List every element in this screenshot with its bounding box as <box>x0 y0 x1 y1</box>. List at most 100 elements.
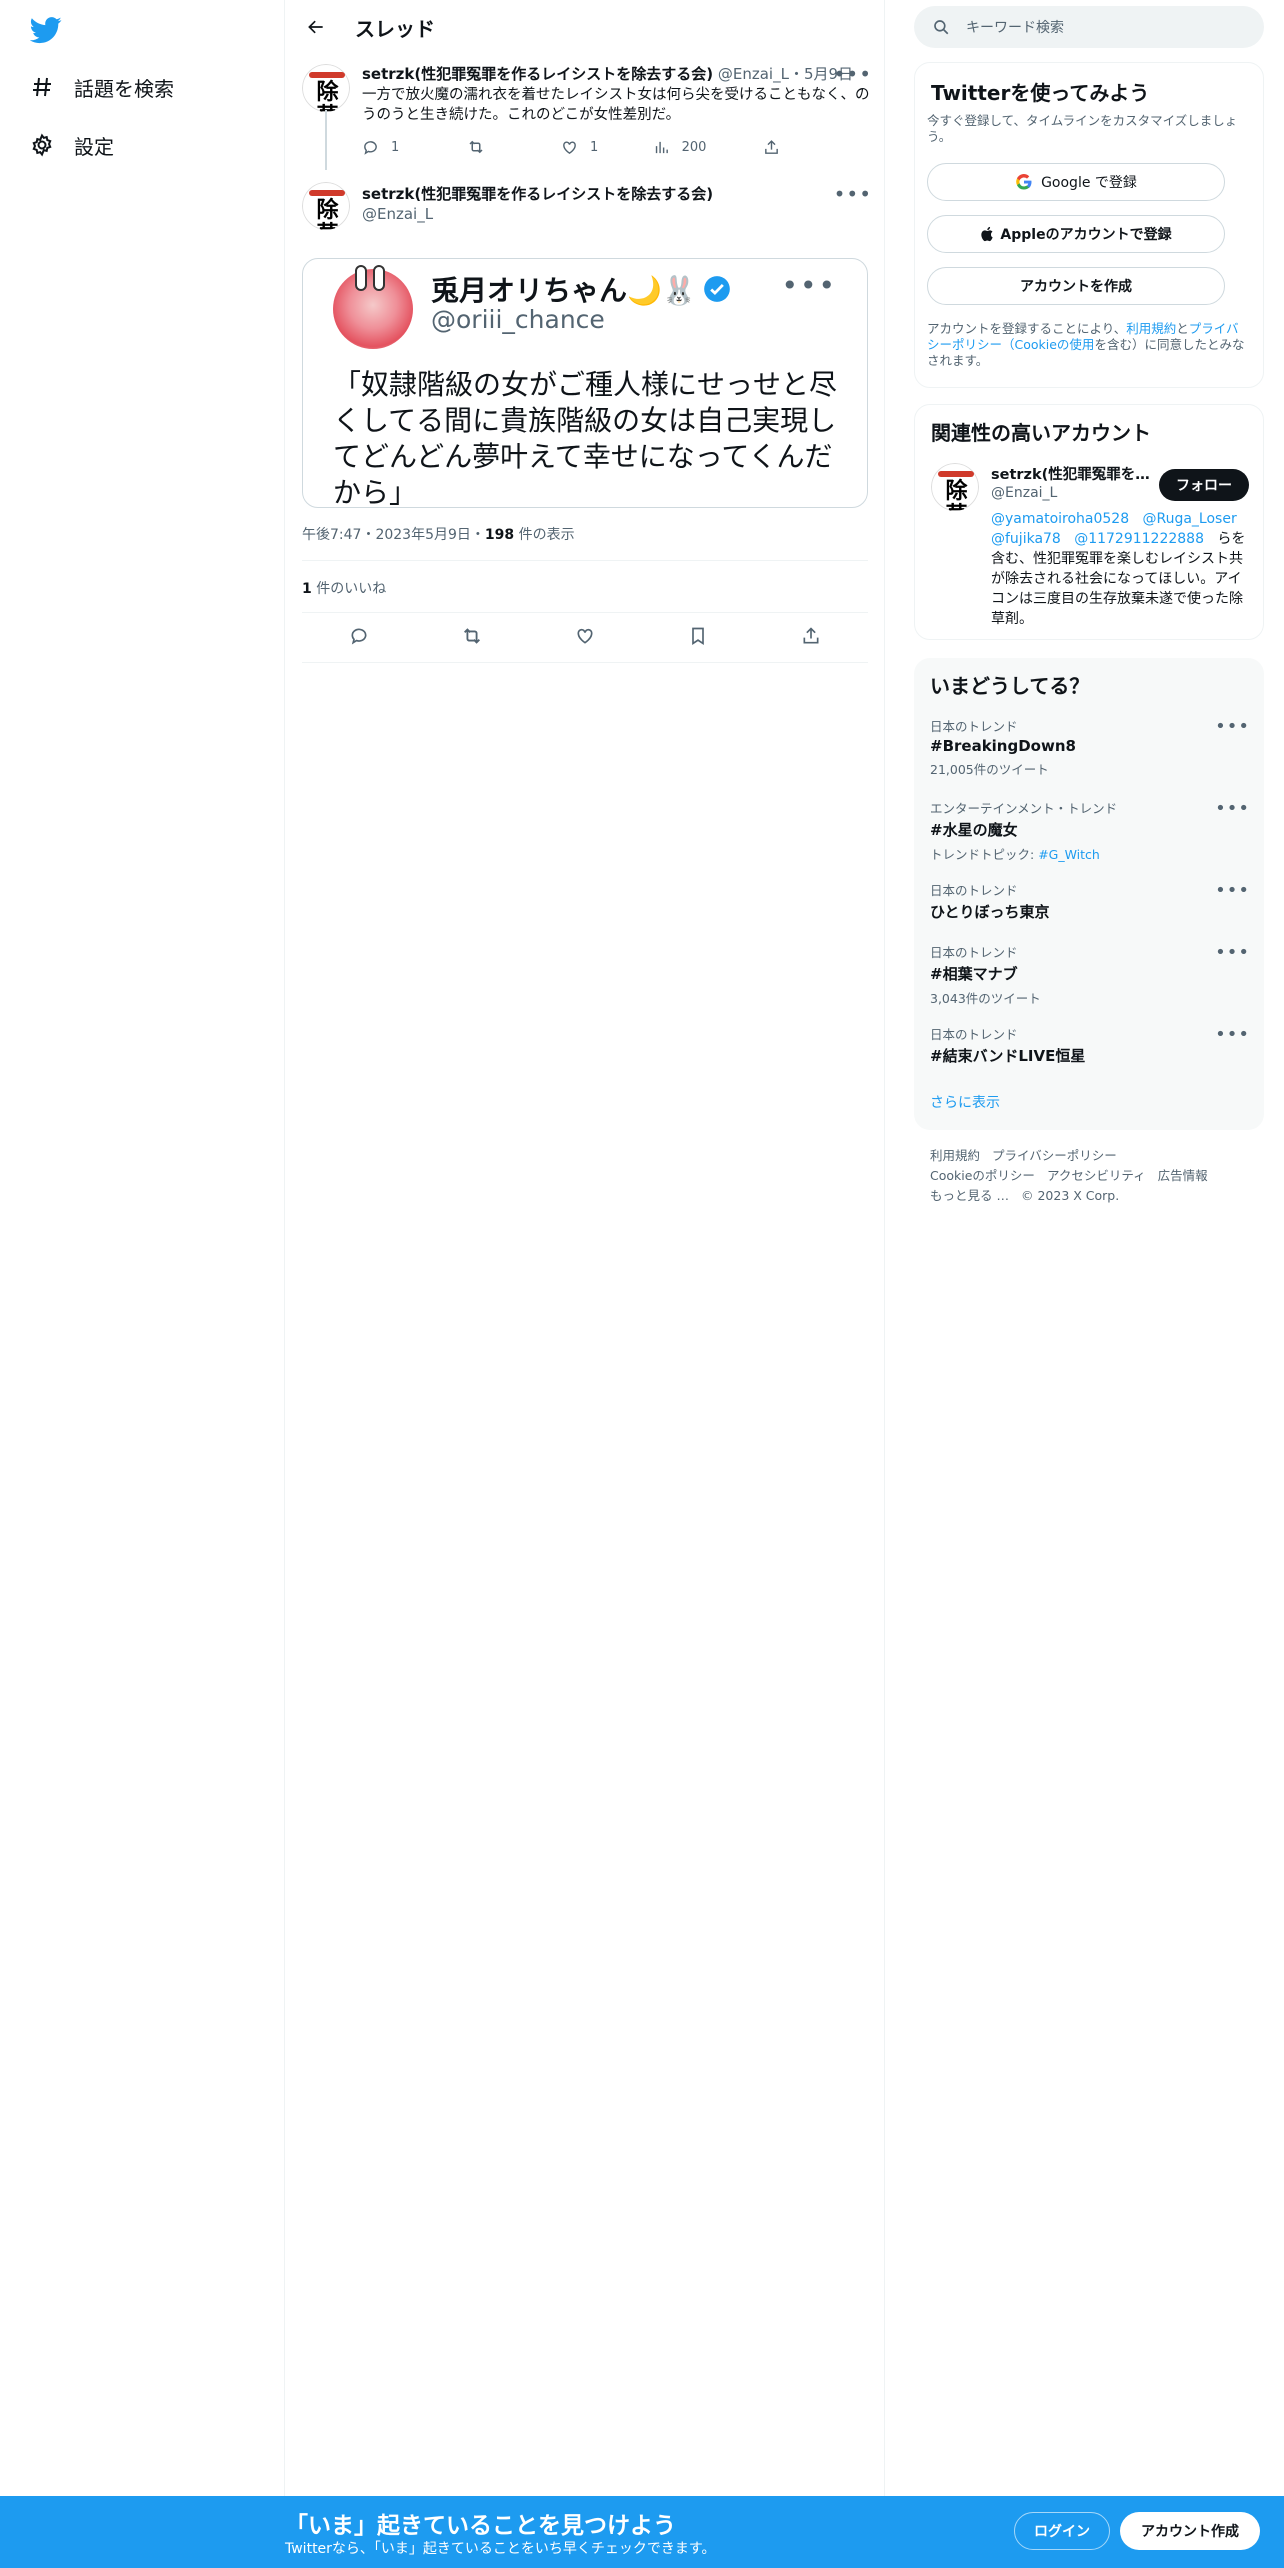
copyright: © 2023 X Corp. <box>1020 1188 1120 1203</box>
trend-category: エンターテインメント・トレンド <box>930 801 1118 816</box>
show-more-link[interactable]: さらに表示 <box>930 1092 1000 1112</box>
follow-button[interactable]: フォロー <box>1159 469 1249 501</box>
author-handle[interactable]: @Enzai_L <box>362 204 872 224</box>
google-signup-button[interactable]: Google で登録 <box>927 163 1225 201</box>
create-account-button[interactable]: アカウントを作成 <box>927 267 1225 305</box>
bio-mention[interactable]: @1172911222888 <box>1074 531 1204 547</box>
share-icon[interactable] <box>797 622 825 650</box>
nav-label-settings: 設定 <box>74 134 114 159</box>
signup-button[interactable]: アカウント作成 <box>1120 2512 1260 2550</box>
twitter-bird-icon[interactable] <box>29 14 62 46</box>
nav-item-explore[interactable]: 話題を検索 <box>28 67 174 107</box>
more-icon[interactable]: ••• <box>834 62 872 86</box>
trend-item[interactable]: 日本のトレンド ひとりぼっち東京 ••• <box>930 880 1250 922</box>
trend-item[interactable]: 日本のトレンド #BreakingDown8 21,005件のツイート ••• <box>930 716 1250 778</box>
terms-and: と <box>1176 321 1189 336</box>
tweet-text: 一方で放火魔の濡れ衣を着せたレイシスト女は何ら尖を受けることもなく、のうのうと生… <box>362 87 870 123</box>
more-link[interactable]: もっと見る … <box>930 1188 1009 1203</box>
login-button[interactable]: ログイン <box>1014 2512 1110 2550</box>
tweet-full-date[interactable]: 2023年5月9日 <box>375 527 470 543</box>
view-count: 200 <box>681 139 707 155</box>
trend-category: 日本のトレンド <box>930 1027 1018 1042</box>
terms-prefix: アカウントを登録することにより、 <box>927 321 1127 336</box>
more-icon[interactable]: ••• <box>834 182 872 206</box>
bio-mention[interactable]: @Ruga_Loser <box>1142 511 1236 527</box>
avatar[interactable]: 除草 <box>302 182 350 230</box>
retweet-icon[interactable] <box>458 622 486 650</box>
like-count: 1 <box>590 139 599 155</box>
terms-link[interactable]: 利用規約 <box>1126 321 1176 336</box>
page-title: スレッド <box>355 16 435 41</box>
nav-item-settings[interactable]: 設定 <box>28 125 114 165</box>
verified-badge-icon <box>703 276 730 302</box>
bio-mention[interactable]: @yamatoiroha0528 <box>991 511 1129 527</box>
retweet-button[interactable] <box>467 138 561 156</box>
back-arrow-icon[interactable] <box>301 12 331 42</box>
footer-links: 利用規約 プライバシーポリシー Cookieのポリシー アクセシビリティ 広告情報 も… <box>930 1146 1220 1206</box>
image-text: 「奴隷階級の女がご種人様にせっせと尽くしてる間に貴族階級の女は自己実現してどんど… <box>333 368 838 508</box>
trend-category: 日本のトレンド <box>930 719 1018 734</box>
trend-name: #結束バンドLIVE恒星 <box>930 1047 1086 1065</box>
trend-item[interactable]: 日本のトレンド #結束バンドLIVE恒星 ••• <box>930 1024 1250 1066</box>
more-icon[interactable]: ••• <box>1215 716 1250 737</box>
footer-link[interactable]: 広告情報 <box>1158 1168 1208 1183</box>
analytics-icon <box>655 141 668 153</box>
related-bio: @yamatoiroha0528 @Ruga_Loser @fujika78 @… <box>991 509 1251 629</box>
trend-item[interactable]: エンターテインメント・トレンド #水星の魔女 トレンドトピック: #G_Witc… <box>930 798 1250 863</box>
author-handle[interactable]: @Enzai_L <box>718 65 789 83</box>
bio-mention[interactable]: @fujika78 <box>991 531 1061 547</box>
tweet-meta: 午後7:47・2023年5月9日・198 件の表示 <box>302 527 575 543</box>
related-accounts-panel: 関連性の高いアカウント 除草 setrzk(性犯罪冤罪を… @Enzai_L フ… <box>914 404 1264 640</box>
likes-summary[interactable]: 1 件のいいね <box>302 578 386 598</box>
tweet-actions: 1 1 200 <box>362 138 792 156</box>
image-author-handle: @oriii_chance <box>431 305 605 334</box>
trend-name: #相葉マナブ <box>930 965 1018 983</box>
divider <box>302 662 868 663</box>
separator: ・ <box>788 65 804 83</box>
banner-title: 「いま」起きていることを見つけよう <box>285 2513 676 2539</box>
search-input[interactable]: キーワード検索 <box>914 6 1264 48</box>
gear-icon <box>28 131 56 159</box>
footer-link[interactable]: アクセシビリティ <box>1047 1168 1146 1183</box>
related-title: 関連性の高いアカウント <box>931 421 1151 445</box>
divider <box>302 560 868 561</box>
image-more-icon: ••• <box>781 269 837 302</box>
signup-banner: 「いま」起きていることを見つけよう Twitterなら、「いま」起きていることを… <box>0 2496 1284 2568</box>
likes-label: 件のいいね <box>316 581 387 597</box>
avatar[interactable]: 除草 <box>931 463 979 511</box>
trend-name: ひとりぼっち東京 <box>930 903 1050 921</box>
related-name[interactable]: setrzk(性犯罪冤罪を… <box>991 463 1171 484</box>
parent-tweet[interactable]: setrzk(性犯罪冤罪を作るレイシストを除去する会) @Enzai_L・5月9… <box>362 62 872 125</box>
search-placeholder: キーワード検索 <box>966 20 1064 36</box>
more-icon[interactable]: ••• <box>1215 880 1250 901</box>
like-button[interactable]: 1 <box>561 138 653 156</box>
thread-header: スレッド <box>285 0 884 54</box>
tweet-time[interactable]: 午後7:47 <box>302 527 361 543</box>
share-button[interactable] <box>763 138 792 156</box>
trend-name: #BreakingDown8 <box>930 737 1076 755</box>
reply-button[interactable]: 1 <box>362 138 467 156</box>
focused-tweet-header: setrzk(性犯罪冤罪を作るレイシストを除去する会) @Enzai_L ••• <box>362 182 872 224</box>
more-icon[interactable]: ••• <box>1215 798 1250 819</box>
reply-icon[interactable] <box>345 622 373 650</box>
apple-signup-button[interactable]: Appleのアカウントで登録 <box>927 215 1225 253</box>
author-name[interactable]: setrzk(性犯罪冤罪を作るレイシストを除去する会) <box>362 65 713 83</box>
likes-count: 1 <box>302 581 312 597</box>
trend-item[interactable]: 日本のトレンド #相葉マナブ 3,043件のツイート ••• <box>930 942 1250 1007</box>
bookmark-icon[interactable] <box>684 622 712 650</box>
footer-link[interactable]: 利用規約 <box>930 1148 980 1163</box>
share-icon <box>765 139 778 154</box>
trend-name: #水星の魔女 <box>930 821 1018 839</box>
tweet-image[interactable]: 兎月オリちゃん🌙🐰 @oriii_chance ••• 「奴隷階級の女がご種人様… <box>302 258 868 508</box>
trend-topic-link[interactable]: #G_Witch <box>1038 847 1100 862</box>
author-name[interactable]: setrzk(性犯罪冤罪を作るレイシストを除去する会) <box>362 185 713 203</box>
more-icon[interactable]: ••• <box>1215 1024 1250 1045</box>
more-icon[interactable]: ••• <box>1215 942 1250 963</box>
views-button[interactable]: 200 <box>653 138 763 156</box>
related-handle[interactable]: @Enzai_L <box>991 485 1057 501</box>
footer-link[interactable]: Cookieのポリシー <box>930 1168 1035 1183</box>
avatar[interactable]: 除草 <box>302 64 350 112</box>
footer-link[interactable]: プライバシーポリシー <box>992 1148 1117 1163</box>
heart-icon[interactable] <box>571 622 599 650</box>
hashtag-icon <box>28 73 56 101</box>
